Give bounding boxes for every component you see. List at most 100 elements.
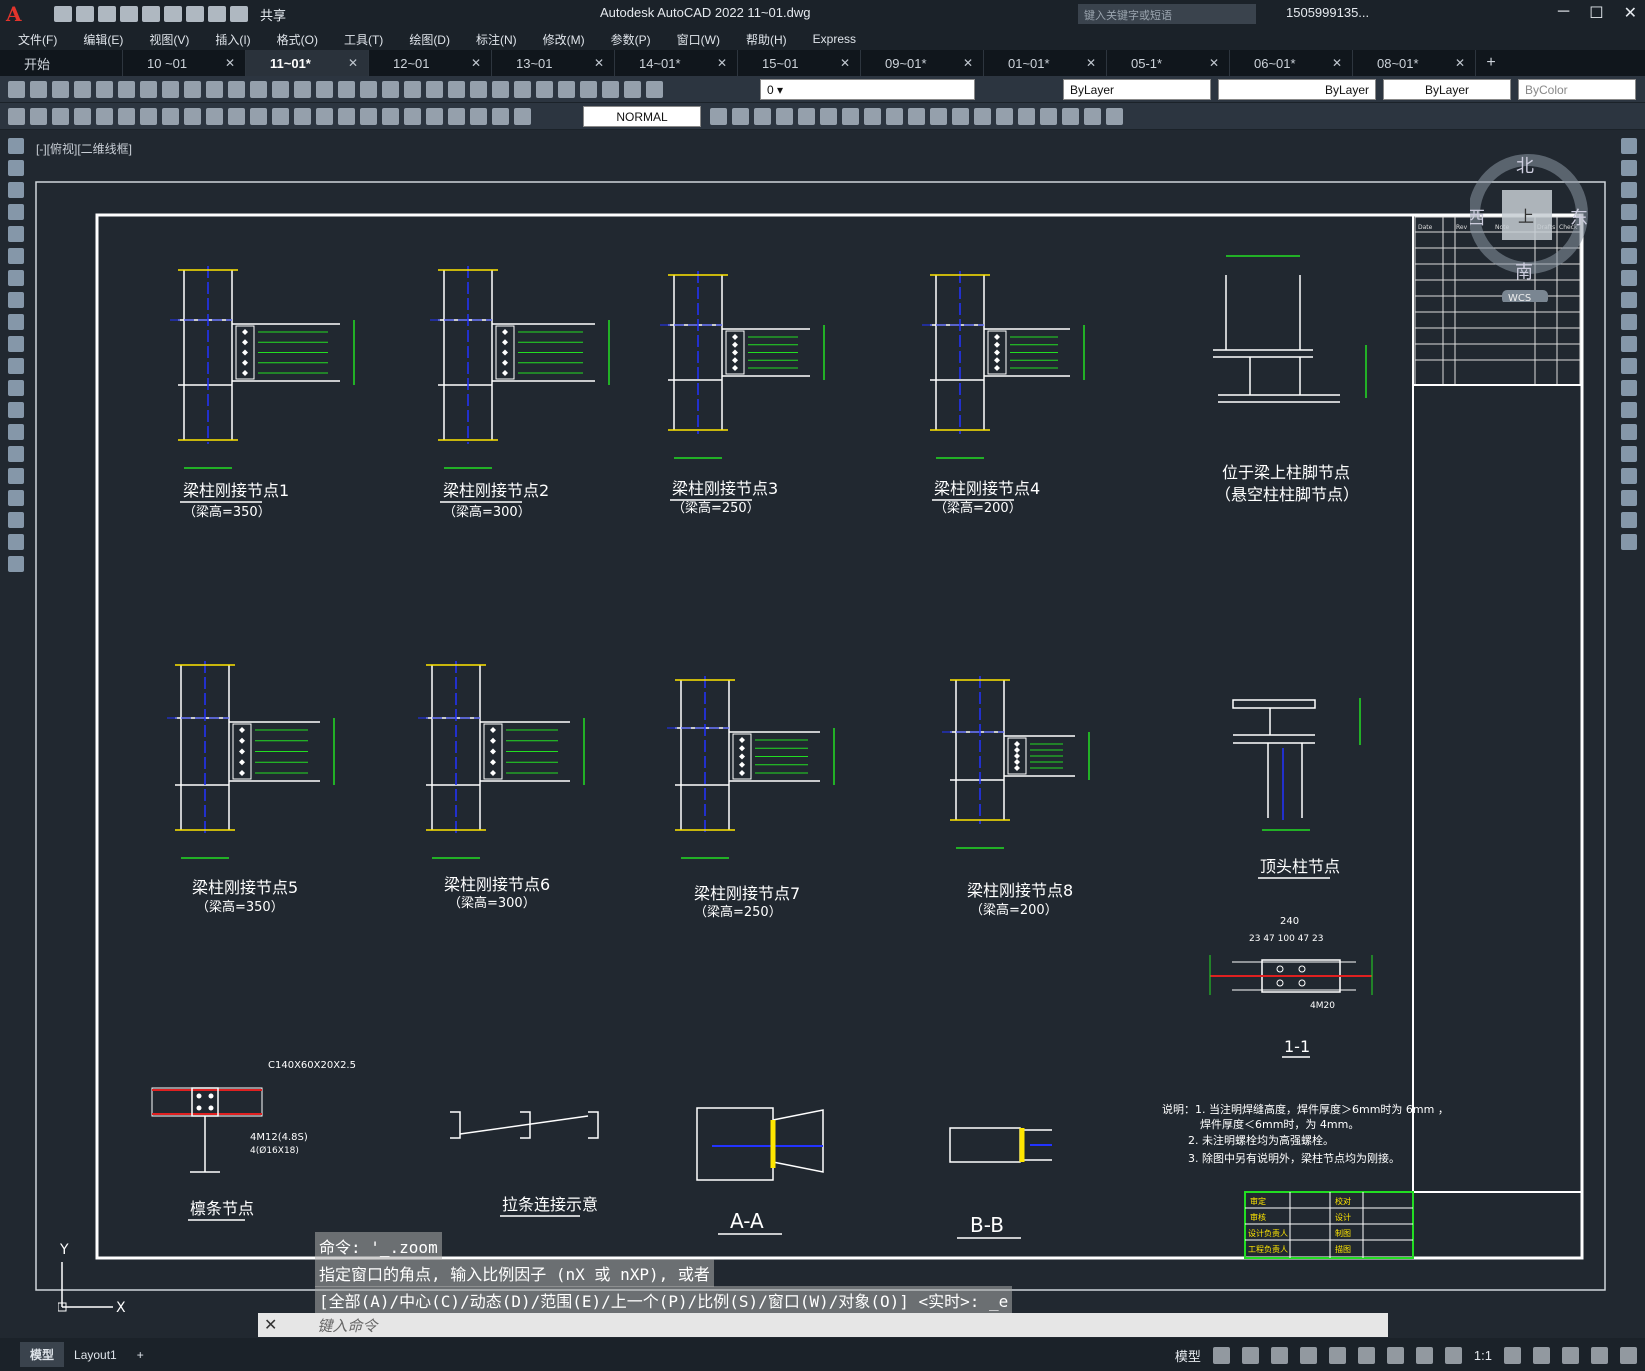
dimension-tool-icon[interactable] bbox=[184, 108, 201, 125]
tab-close-icon[interactable]: ✕ bbox=[225, 56, 235, 70]
standard-tool-icon[interactable] bbox=[184, 81, 201, 98]
tab-close-icon[interactable]: ✕ bbox=[963, 56, 973, 70]
tab-close-icon[interactable]: ✕ bbox=[348, 56, 358, 70]
standard-tool-icon[interactable] bbox=[404, 81, 421, 98]
file-tab-4[interactable]: 13~01 ✕ bbox=[492, 50, 615, 76]
dimension-tool-icon[interactable] bbox=[8, 108, 25, 125]
menu-item-1[interactable]: 编辑(E) bbox=[83, 31, 123, 48]
standard-tool-icon[interactable] bbox=[448, 81, 465, 98]
undo-icon[interactable] bbox=[208, 6, 226, 22]
modify-tool-icon[interactable] bbox=[842, 108, 859, 125]
modify-tool-icon[interactable] bbox=[1621, 292, 1637, 308]
dimension-tool-icon[interactable] bbox=[382, 108, 399, 125]
draw-tool-icon[interactable] bbox=[8, 204, 24, 220]
draw-tool-icon[interactable] bbox=[8, 380, 24, 396]
standard-tool-icon[interactable] bbox=[514, 81, 531, 98]
modify-tool-icon[interactable] bbox=[1621, 226, 1637, 242]
modify-tool-icon[interactable] bbox=[908, 108, 925, 125]
file-tab-0[interactable]: 开始 bbox=[0, 50, 123, 76]
minimize-icon[interactable]: ─ bbox=[1558, 3, 1569, 23]
file-tab-10[interactable]: 06~01* ✕ bbox=[1230, 50, 1353, 76]
dimension-tool-icon[interactable] bbox=[448, 108, 465, 125]
standard-tool-icon[interactable] bbox=[206, 81, 223, 98]
dimension-tool-icon[interactable] bbox=[74, 108, 91, 125]
standard-tool-icon[interactable] bbox=[52, 81, 69, 98]
osnap-icon[interactable] bbox=[1357, 1347, 1375, 1364]
modify-tool-icon[interactable] bbox=[1621, 358, 1637, 374]
file-tab-5[interactable]: 14~01* ✕ bbox=[615, 50, 738, 76]
modify-tool-icon[interactable] bbox=[886, 108, 903, 125]
file-tab-3[interactable]: 12~01 ✕ bbox=[369, 50, 492, 76]
file-tab-6[interactable]: 15~01 ✕ bbox=[738, 50, 861, 76]
save-icon[interactable] bbox=[98, 6, 116, 22]
file-tab-9[interactable]: 05-1* ✕ bbox=[1107, 50, 1230, 76]
tab-close-icon[interactable]: ✕ bbox=[471, 56, 481, 70]
draw-tool-icon[interactable] bbox=[8, 358, 24, 374]
dimension-tool-icon[interactable] bbox=[316, 108, 333, 125]
dimension-tool-icon[interactable] bbox=[272, 108, 289, 125]
draw-tool-icon[interactable] bbox=[8, 336, 24, 352]
standard-tool-icon[interactable] bbox=[140, 81, 157, 98]
dimension-tool-icon[interactable] bbox=[294, 108, 311, 125]
modify-tool-icon[interactable] bbox=[1621, 314, 1637, 330]
menu-item-3[interactable]: 插入(I) bbox=[215, 31, 250, 48]
modify-tool-icon[interactable] bbox=[798, 108, 815, 125]
modify-tool-icon[interactable] bbox=[1621, 336, 1637, 352]
standard-tool-icon[interactable] bbox=[426, 81, 443, 98]
open-icon[interactable] bbox=[76, 6, 94, 22]
menu-item-10[interactable]: 窗口(W) bbox=[677, 31, 720, 48]
new-tab-button[interactable]: + bbox=[1476, 50, 1506, 76]
standard-tool-icon[interactable] bbox=[250, 81, 267, 98]
viewport-controls[interactable]: [-][俯视][二维线框] bbox=[36, 140, 132, 157]
standard-tool-icon[interactable] bbox=[558, 81, 575, 98]
dimension-tool-icon[interactable] bbox=[228, 108, 245, 125]
menu-item-6[interactable]: 绘图(D) bbox=[409, 31, 450, 48]
new-icon[interactable] bbox=[54, 6, 72, 22]
menu-item-9[interactable]: 参数(P) bbox=[611, 31, 651, 48]
file-tab-2[interactable]: 11~01* ✕ bbox=[246, 50, 369, 76]
modify-tool-icon[interactable] bbox=[930, 108, 947, 125]
annotation-scale[interactable]: 1:1 bbox=[1474, 1348, 1492, 1363]
tab-close-icon[interactable]: ✕ bbox=[1086, 56, 1096, 70]
modify-tool-icon[interactable] bbox=[1621, 446, 1637, 462]
file-tab-11[interactable]: 08~01* ✕ bbox=[1353, 50, 1476, 76]
standard-tool-icon[interactable] bbox=[272, 81, 289, 98]
draw-tool-icon[interactable] bbox=[8, 248, 24, 264]
open-web-icon[interactable] bbox=[142, 6, 160, 22]
standard-tool-icon[interactable] bbox=[294, 81, 311, 98]
user-account[interactable]: 1505999135... bbox=[1286, 5, 1369, 20]
modify-tool-icon[interactable] bbox=[776, 108, 793, 125]
modify-tool-icon[interactable] bbox=[1621, 270, 1637, 286]
dimension-tool-icon[interactable] bbox=[470, 108, 487, 125]
plus-icon[interactable] bbox=[1533, 1347, 1550, 1364]
save-web-icon[interactable] bbox=[164, 6, 182, 22]
close-cmd-icon[interactable]: ✕ bbox=[264, 1315, 277, 1335]
modify-tool-icon[interactable] bbox=[1621, 204, 1637, 220]
tab-model[interactable]: 模型 bbox=[20, 1342, 65, 1367]
ortho-icon[interactable] bbox=[1270, 1347, 1288, 1364]
modify-tool-icon[interactable] bbox=[1621, 468, 1637, 484]
tab-layout1[interactable]: Layout1 bbox=[64, 1344, 127, 1366]
plot-icon[interactable] bbox=[186, 6, 204, 22]
draw-tool-icon[interactable] bbox=[8, 292, 24, 308]
layer-dropdown[interactable]: 0 ▾ bbox=[760, 79, 975, 100]
modify-tool-icon[interactable] bbox=[1621, 424, 1637, 440]
modify-tool-icon[interactable] bbox=[864, 108, 881, 125]
modify-tool-icon[interactable] bbox=[1040, 108, 1057, 125]
modify-tool-icon[interactable] bbox=[1621, 534, 1637, 550]
file-tab-7[interactable]: 09~01* ✕ bbox=[861, 50, 984, 76]
dimension-tool-icon[interactable] bbox=[140, 108, 157, 125]
modify-tool-icon[interactable] bbox=[1018, 108, 1035, 125]
draw-tool-icon[interactable] bbox=[8, 270, 24, 286]
standard-tool-icon[interactable] bbox=[338, 81, 355, 98]
standard-tool-icon[interactable] bbox=[30, 81, 47, 98]
standard-tool-icon[interactable] bbox=[74, 81, 91, 98]
modify-tool-icon[interactable] bbox=[1621, 402, 1637, 418]
standard-tool-icon[interactable] bbox=[162, 81, 179, 98]
dimension-tool-icon[interactable] bbox=[338, 108, 355, 125]
viewcube[interactable]: 北 南 东 西 上 WCS bbox=[1467, 152, 1590, 304]
model-space-button[interactable]: 模型 bbox=[1175, 1346, 1201, 1365]
standard-tool-icon[interactable] bbox=[118, 81, 135, 98]
standard-tool-icons[interactable] bbox=[8, 81, 663, 98]
draw-tool-icon[interactable] bbox=[8, 138, 24, 154]
